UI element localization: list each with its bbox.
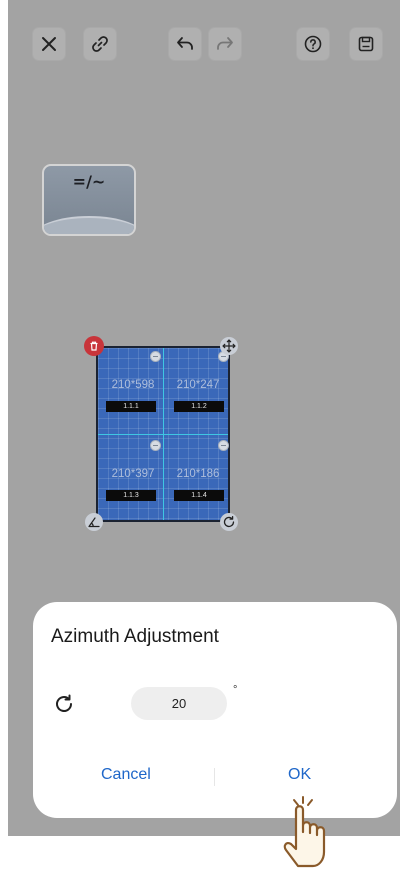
panel-id-tag: 1.1.4 — [174, 490, 224, 501]
button-divider — [214, 768, 215, 786]
tap-hand-icon — [283, 796, 326, 868]
move-icon — [222, 339, 236, 353]
link-button[interactable] — [83, 27, 117, 61]
editor-canvas[interactable]: =/~ 210*598 1.1.1 210*247 1.1.2 210*397 … — [8, 0, 400, 836]
inverter-device[interactable]: =/~ — [42, 164, 136, 236]
inverter-symbol: =/~ — [72, 172, 106, 191]
dialog-title: Azimuth Adjustment — [51, 626, 219, 647]
pv-array[interactable]: 210*598 1.1.1 210*247 1.1.2 210*397 1.1.… — [96, 346, 230, 522]
close-icon — [42, 37, 56, 51]
rotate-icon — [56, 694, 72, 712]
panel-size-label: 210*397 — [111, 468, 155, 480]
help-icon — [304, 35, 322, 53]
panel-size-label: 210*247 — [176, 379, 220, 391]
panel-handle[interactable] — [218, 440, 229, 451]
delete-array-button[interactable] — [84, 336, 104, 356]
save-icon — [358, 36, 374, 52]
delete-icon — [90, 341, 98, 351]
save-button[interactable] — [349, 27, 383, 61]
azimuth-value-input[interactable] — [131, 687, 227, 720]
panel-id-tag: 1.1.3 — [106, 490, 156, 501]
undo-icon — [177, 37, 193, 50]
ok-button[interactable]: OK — [288, 766, 311, 784]
panel-handle[interactable] — [150, 440, 161, 451]
array-divider-horizontal — [98, 434, 228, 435]
help-button[interactable] — [296, 27, 330, 61]
move-array-handle[interactable] — [220, 337, 238, 355]
undo-button[interactable] — [168, 27, 202, 61]
redo-icon — [217, 37, 233, 50]
inverter-base — [44, 216, 134, 234]
link-icon — [92, 36, 108, 52]
panel-id-tag: 1.1.2 — [174, 401, 224, 412]
cancel-button[interactable]: Cancel — [101, 766, 151, 784]
rotate-array-handle[interactable] — [220, 513, 238, 531]
panel-size-label: 210*598 — [111, 379, 155, 391]
azimuth-dialog: Azimuth Adjustment ° Cancel OK — [33, 602, 397, 818]
degree-unit: ° — [233, 684, 238, 696]
redo-button[interactable] — [208, 27, 242, 61]
panel-handle[interactable] — [150, 351, 161, 362]
rotate-icon — [223, 515, 235, 528]
tilt-angle-icon — [88, 517, 100, 528]
close-button[interactable] — [32, 27, 66, 61]
panel-size-label: 210*186 — [176, 468, 220, 480]
tilt-array-handle[interactable] — [85, 513, 103, 531]
panel-id-tag: 1.1.1 — [106, 401, 156, 412]
